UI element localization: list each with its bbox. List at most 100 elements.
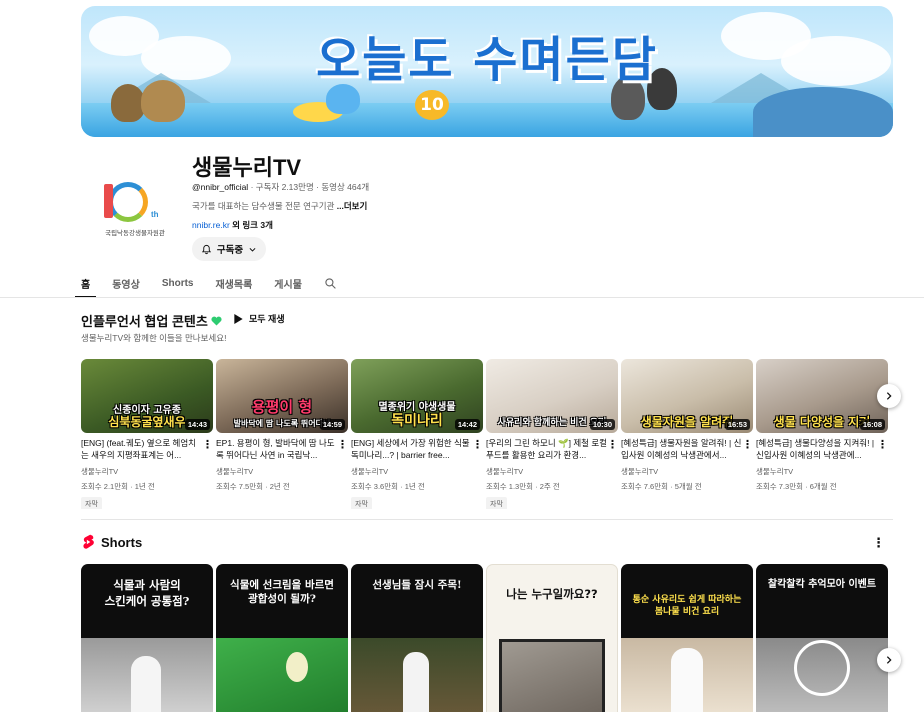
video-thumbnail[interactable]: 생물자원을 알려줘 16:53 — [621, 359, 753, 433]
video-channel[interactable]: 생물누리TV — [81, 466, 213, 477]
short-thumbnail[interactable]: 식물과 사람의 스킨케어 공통점? — [81, 564, 213, 712]
chevron-right-icon — [886, 656, 892, 664]
video-stats: 조회수 3.6만회 · 1년 전 — [351, 482, 425, 491]
thumb-caption-1: 용평이 형 — [251, 398, 313, 417]
subscribed-button[interactable]: 구독중 — [192, 237, 266, 261]
short-title: 선생님들 잠시 주목! — [372, 579, 462, 591]
thumb-caption-2: 심북동굴옆새우 — [108, 414, 186, 429]
video-age: 5개월 전 — [674, 482, 702, 491]
video-card[interactable]: 신종이자 고유종 심북동굴옆새우 14:43 [ENG] (feat.궤도) 옆으… — [81, 359, 213, 509]
section-subtitle: 생물누리TV와 함께한 이들을 만나보세요! — [81, 333, 227, 343]
banner-title: 오늘도 수며든담 — [316, 32, 658, 88]
short-thumbnail[interactable]: 통순 사유리도 쉽게 따라하는 봄나물 비건 요리 — [621, 564, 753, 712]
caption-badge: 자막 — [486, 497, 507, 509]
video-channel[interactable]: 생물누리TV — [486, 466, 618, 477]
video-card[interactable]: 생물자원을 알려줘 16:53 [혜성특급] 생물자원을 알려줘! | 신입사원… — [621, 359, 753, 492]
shorts-next-button[interactable] — [877, 648, 901, 672]
short-thumbnail[interactable]: 식물에 선크림을 바르면 광합성이 될까? — [216, 564, 348, 712]
tab-playlists[interactable]: 재생목록 — [215, 268, 252, 298]
duration-badge: 16:53 — [724, 419, 750, 430]
anniversary-badge: 10 — [415, 90, 449, 120]
channel-description[interactable]: 국가를 대표하는 담수생물 전문 연구기관 ...더보기 — [192, 200, 367, 212]
caption-badge: 자막 — [81, 497, 102, 509]
video-title[interactable]: EP1. 용평이 형, 발바닥에 땀 나도록 뛰어다닌 사연 in 국립낙... — [216, 437, 348, 461]
tab-videos[interactable]: 동영상 — [112, 268, 140, 298]
shorts-more-options-icon[interactable]: ⋮ — [872, 535, 885, 551]
shorts-title: Shorts — [101, 534, 143, 550]
channel-name: 생물누리TV — [192, 155, 302, 180]
video-channel[interactable]: 생물누리TV — [756, 466, 888, 477]
tab-shorts[interactable]: Shorts — [162, 268, 194, 298]
video-card[interactable]: 생물 다양성을 지켜 16:08 [혜성특급] 생물다양성을 지켜줘! | 신입… — [756, 359, 888, 492]
video-thumbnail[interactable]: 신종이자 고유종 심북동굴옆새우 14:43 — [81, 359, 213, 433]
more-options-icon[interactable]: ⋮ — [472, 438, 483, 451]
short-title: 통순 사유리도 쉽게 따라하는 봄나물 비건 요리 — [632, 595, 742, 618]
duration-badge: 14:59 — [319, 419, 345, 430]
video-title[interactable]: [혜성특급] 생물자원을 알려줘! | 신입사원 이혜성의 낙생관에서... — [621, 437, 753, 461]
video-card[interactable]: 사유리와 함께하는 비건 요리 10:30 [우리의 그린 하모니 🌱] 제철 … — [486, 359, 618, 509]
video-views: 조회수 1.3만회 — [486, 482, 534, 491]
more-options-icon[interactable]: ⋮ — [202, 438, 213, 451]
shelf-next-button[interactable] — [877, 384, 901, 408]
duration-badge: 10:30 — [589, 419, 615, 430]
video-card[interactable]: 용평이 형 발바닥에 땀 나도록 뛰어다닌 14:59 EP1. 용평이 형, 발… — [216, 359, 348, 492]
channel-meta: @nnibr_official · 구독자 2.13만명 · 동영상 464개 — [192, 182, 370, 192]
tab-home[interactable]: 홈 — [74, 268, 97, 298]
channel-handle: @nnibr_official — [192, 182, 249, 192]
bell-icon — [201, 244, 211, 254]
video-age: 6개월 전 — [809, 482, 837, 491]
video-age: 2년 전 — [269, 482, 290, 491]
short-thumbnail[interactable]: 선생님들 잠시 주목! — [351, 564, 483, 712]
video-channel[interactable]: 생물누리TV — [621, 466, 753, 477]
more-link[interactable]: ...더보기 — [337, 201, 368, 211]
video-thumbnail[interactable]: 생물 다양성을 지켜 16:08 — [756, 359, 888, 433]
more-options-icon[interactable]: ⋮ — [337, 438, 348, 451]
video-thumbnail[interactable]: 멸종위기 야생생물 독미나리 14:42 — [351, 359, 483, 433]
play-icon — [234, 313, 243, 324]
video-stats: 조회수 7.3만회 · 6개월 전 — [756, 482, 837, 491]
avatar-caption: 국립낙동강생물자원관 — [105, 230, 165, 237]
video-card[interactable]: 멸종위기 야생생물 독미나리 14:42 [ENG] 세상에서 가장 위험한 식물… — [351, 359, 483, 509]
thumb-caption-2: 독미나리 — [391, 412, 443, 429]
video-stats: 조회수 1.3만회 · 2주 전 — [486, 482, 560, 491]
video-title[interactable]: [혜성특급] 생물다양성을 지켜줘! | 신입사원 이혜성의 낙생관에... — [756, 437, 888, 461]
section-divider — [81, 519, 893, 520]
caption-badge: 자막 — [351, 497, 372, 509]
shorts-header: Shorts — [81, 534, 142, 550]
video-views: 조회수 7.6만회 — [621, 482, 669, 491]
more-options-icon[interactable]: ⋮ — [607, 438, 618, 451]
more-options-icon[interactable]: ⋮ — [742, 438, 753, 451]
video-count: 동영상 464개 — [321, 182, 370, 192]
video-title[interactable]: [ENG] 세상에서 가장 위험한 식물 독미나리...? | barrier … — [351, 437, 483, 461]
video-views: 조회수 7.3만회 — [756, 482, 804, 491]
short-thumbnail[interactable]: 나는 누구일까요?? — [486, 564, 618, 712]
video-thumbnail[interactable]: 용평이 형 발바닥에 땀 나도록 뛰어다닌 14:59 — [216, 359, 348, 433]
video-views: 조회수 3.6만회 — [351, 482, 399, 491]
video-stats: 조회수 2.1만회 · 1년 전 — [81, 482, 155, 491]
video-channel[interactable]: 생물누리TV — [351, 466, 483, 477]
short-thumbnail[interactable]: 찰칵찰칵 추억모아 이벤트 — [756, 564, 888, 712]
video-age: 2주 전 — [539, 482, 560, 491]
thumb-caption-2: 발바닥에 땀 나도록 뛰어다닌 — [233, 418, 331, 428]
extra-links[interactable]: 외 링크 3개 — [232, 220, 273, 230]
duration-badge: 14:42 — [454, 419, 480, 430]
play-all-button[interactable]: 모두 재생 — [234, 312, 285, 325]
video-thumbnail[interactable]: 사유리와 함께하는 비건 요리 10:30 — [486, 359, 618, 433]
tab-posts[interactable]: 게시물 — [274, 268, 302, 298]
video-channel[interactable]: 생물누리TV — [216, 466, 348, 477]
short-title: 식물에 선크림을 바르면 광합성이 될까? — [230, 579, 334, 606]
video-views: 조회수 7.5만회 — [216, 482, 264, 491]
search-tab[interactable] — [324, 268, 337, 298]
section-title-text: 인플루언서 협업 콘텐츠 — [81, 314, 208, 329]
channel-tabs: 홈 동영상 Shorts 재생목록 게시물 — [74, 268, 359, 298]
channel-avatar[interactable]: th 국립낙동강생물자원관 — [91, 164, 179, 252]
green-heart-icon — [211, 316, 222, 326]
channel-link[interactable]: nnibr.re.kr — [192, 220, 230, 230]
video-views: 조회수 2.1만회 — [81, 482, 129, 491]
description-text: 국가를 대표하는 담수생물 전문 연구기관 — [192, 201, 335, 211]
more-options-icon[interactable]: ⋮ — [877, 438, 888, 451]
video-title[interactable]: [우리의 그린 하모니 🌱] 제철 로컬푸드를 활용한 요리가 환경... — [486, 437, 618, 461]
shorts-logo-icon — [83, 534, 94, 549]
video-title[interactable]: [ENG] (feat.궤도) 옆으로 헤엄치는 새우의 지평좌표계는 어... — [81, 437, 213, 461]
short-title: 찰칵찰칵 추억모아 이벤트 — [767, 579, 877, 590]
